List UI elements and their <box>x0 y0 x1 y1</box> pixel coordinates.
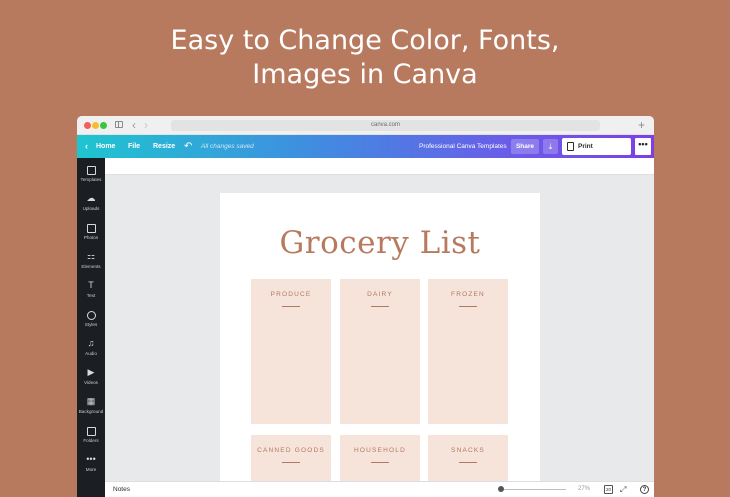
maximize-window-button[interactable] <box>100 122 107 129</box>
sidebar-item-label: Text <box>86 293 96 298</box>
download-icon[interactable]: ⤓ <box>543 139 558 154</box>
design-page[interactable]: Grocery List PRODUCE DAIRY FROZEN CANNED… <box>220 193 540 481</box>
help-icon[interactable]: ? <box>640 485 649 494</box>
sidebar-item-label: Uploads <box>82 206 100 211</box>
templates-icon <box>86 166 96 175</box>
zoom-slider-handle[interactable] <box>498 486 504 492</box>
back-arrow-icon[interactable]: ‹ <box>132 117 136 133</box>
column-label: DAIRY <box>367 291 393 298</box>
sidebar-item-label: Templates <box>80 177 102 182</box>
sidebar-item-photos[interactable]: Photos <box>77 222 105 248</box>
music-note-icon: ♫ <box>87 338 95 348</box>
column-label: HOUSEHOLD <box>354 447 406 454</box>
chevron-left-icon[interactable]: ‹ <box>85 135 88 158</box>
video-icon: ▶ <box>87 367 95 377</box>
headline-line-2: Images in Canva <box>252 59 478 90</box>
sidebar-item-templates[interactable]: Templates <box>77 164 105 190</box>
headline-line-1: Easy to Change Color, Fonts, <box>170 25 560 56</box>
sidebar-item-label: Audio <box>85 351 97 356</box>
more-dots-icon: ••• <box>86 454 96 464</box>
list-column-canned-goods[interactable]: CANNED GOODS <box>251 435 331 481</box>
sidebar-item-label: Styles <box>84 322 98 327</box>
list-column-dairy[interactable]: DAIRY <box>340 279 420 424</box>
design-canvas-area: Grocery List PRODUCE DAIRY FROZEN CANNED… <box>105 158 654 481</box>
save-status: All changes saved <box>201 143 254 150</box>
zoom-slider-track[interactable] <box>500 489 566 490</box>
sidebar-item-text[interactable]: T Text <box>77 280 105 306</box>
browser-chrome: ‹ › canva.com + <box>77 116 654 135</box>
sidebar-item-background[interactable]: ▦ Background <box>77 396 105 422</box>
column-divider <box>282 462 300 463</box>
column-divider <box>371 462 389 463</box>
bottom-bar: Notes 27% 20 ⤢ ? <box>105 481 654 497</box>
column-label: FROZEN <box>451 291 485 298</box>
document-title[interactable]: Professional Canva Templates <box>419 135 507 158</box>
list-column-produce[interactable]: PRODUCE <box>251 279 331 424</box>
text-icon: T <box>88 280 94 290</box>
column-divider <box>371 306 389 307</box>
column-label: PRODUCE <box>270 291 312 298</box>
print-letterheads-button[interactable]: Print Letterheads <box>562 138 631 167</box>
sidebar-item-uploads[interactable]: ☁ Uploads <box>77 193 105 219</box>
list-column-snacks[interactable]: SNACKS <box>428 435 508 481</box>
column-divider <box>459 306 477 307</box>
zoom-level[interactable]: 27% <box>578 482 590 497</box>
address-bar[interactable]: canva.com <box>171 120 600 131</box>
sidebar-item-label: Photos <box>83 235 99 240</box>
sidebar-item-videos[interactable]: ▶ Videos <box>77 367 105 393</box>
undo-icon[interactable]: ↶ <box>184 135 192 158</box>
photo-icon <box>86 224 96 233</box>
fullscreen-icon[interactable]: ⤢ <box>620 482 626 497</box>
sidebar-item-label: Background <box>78 409 104 414</box>
left-sidebar: Templates ☁ Uploads Photos ⚏ Elements T … <box>77 158 105 497</box>
resize-button[interactable]: Resize <box>153 135 175 158</box>
elements-icon: ⚏ <box>86 251 96 261</box>
sidebar-item-label: Videos <box>84 380 98 385</box>
sidebar-item-label: Folders <box>83 438 99 443</box>
page-grid-icon[interactable]: 20 <box>604 485 613 494</box>
sidebar-item-elements[interactable]: ⚏ Elements <box>77 251 105 277</box>
sidebar-item-label: Elements <box>81 264 101 269</box>
page-title[interactable]: Grocery List <box>220 225 540 261</box>
sidebar-item-more[interactable]: ••• More <box>77 454 105 480</box>
more-options-button[interactable]: ••• <box>634 137 652 156</box>
column-label: SNACKS <box>451 447 485 454</box>
minimize-window-button[interactable] <box>92 122 99 129</box>
sidebar-item-audio[interactable]: ♫ Audio <box>77 338 105 364</box>
column-divider <box>282 306 300 307</box>
upload-cloud-icon: ☁ <box>86 193 96 203</box>
sidebar-item-label: More <box>85 467 97 472</box>
close-window-button[interactable] <box>84 122 91 129</box>
list-column-frozen[interactable]: FROZEN <box>428 279 508 424</box>
document-icon <box>567 142 574 151</box>
folder-icon <box>86 427 96 436</box>
notes-button[interactable]: Notes <box>113 482 130 497</box>
column-label: CANNED GOODS <box>257 447 325 454</box>
sidebar-toggle-icon[interactable] <box>115 121 123 128</box>
palette-icon <box>86 311 96 320</box>
editor-toolbar: ‹ Home File Resize ↶ All changes saved P… <box>77 135 654 167</box>
home-button[interactable]: Home <box>96 135 115 158</box>
background-grid-icon: ▦ <box>86 396 96 406</box>
share-button[interactable]: Share <box>511 139 539 154</box>
file-menu-button[interactable]: File <box>128 135 140 158</box>
list-column-household[interactable]: HOUSEHOLD <box>340 435 420 481</box>
column-divider <box>459 462 477 463</box>
forward-arrow-icon[interactable]: › <box>144 117 148 133</box>
sidebar-item-folders[interactable]: Folders <box>77 425 105 451</box>
new-tab-icon[interactable]: + <box>638 117 645 133</box>
canvas-context-bar <box>105 158 654 175</box>
sidebar-item-styles[interactable]: Styles <box>77 309 105 335</box>
browser-window: ‹ › canva.com + ‹ Home File Resize ↶ All… <box>77 116 654 497</box>
